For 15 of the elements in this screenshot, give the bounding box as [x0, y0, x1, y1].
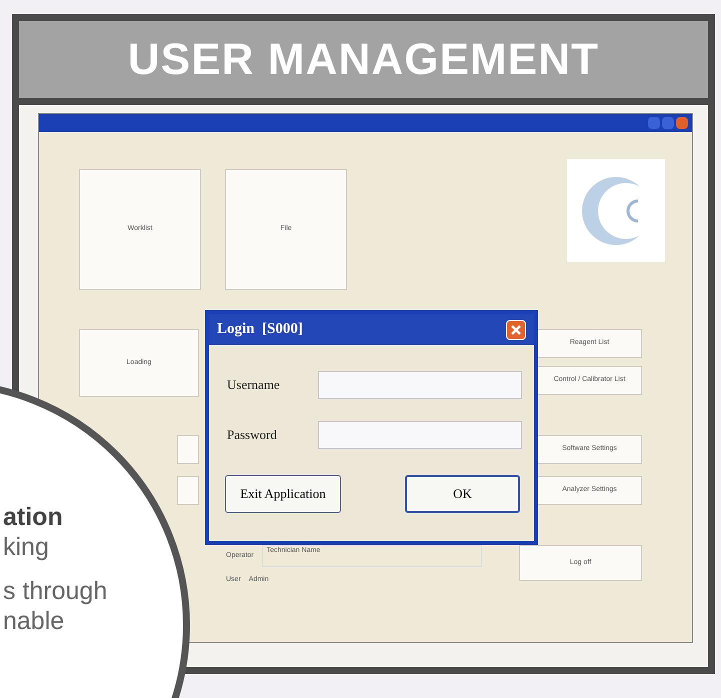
dialog-title: Login [S000] — [217, 320, 303, 340]
input-field[interactable] — [318, 371, 522, 399]
dialog-button[interactable]: Exit Application — [225, 475, 341, 513]
callout-text: s through — [3, 576, 108, 606]
input-field[interactable] — [318, 421, 522, 449]
callout-text: nable — [3, 606, 66, 636]
callout-text: ation — [3, 502, 64, 532]
header-title: USER MANAGEMENT — [128, 34, 600, 86]
callout-text: king — [3, 532, 50, 562]
dialog-button[interactable]: OK — [405, 475, 520, 513]
menu-button[interactable] — [177, 435, 199, 464]
field-label: Password — [227, 426, 278, 444]
menu-button[interactable] — [177, 476, 199, 505]
field-label: Username — [227, 376, 281, 394]
close-icon[interactable] — [506, 320, 526, 340]
